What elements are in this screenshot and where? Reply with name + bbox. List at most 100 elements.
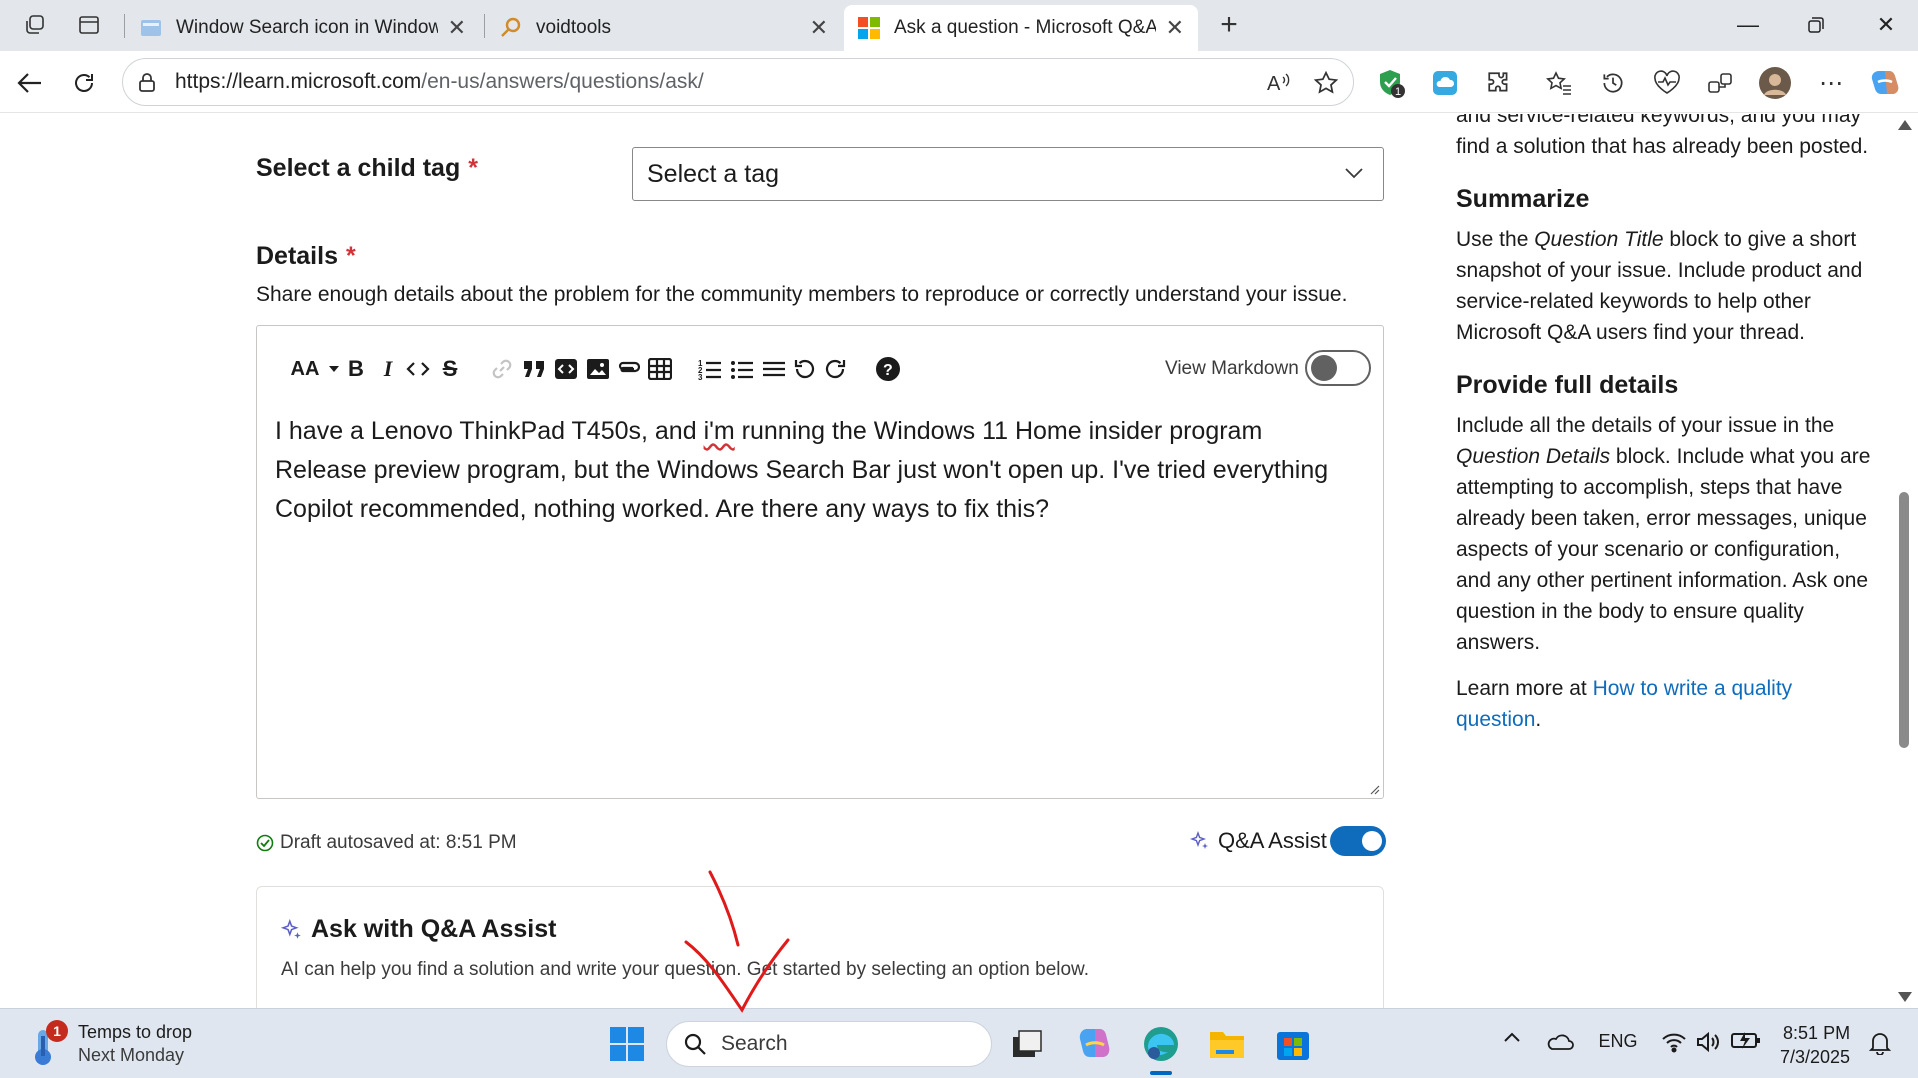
favorites-icon[interactable] [1542, 66, 1576, 100]
details-text-part: block. Include what you are attempting t… [1456, 445, 1871, 654]
numbered-list-icon[interactable]: 123 [695, 354, 725, 384]
scroll-down-arrow-icon[interactable] [1898, 992, 1912, 1002]
thermometer-icon: 1 [26, 1020, 68, 1066]
copilot-app-icon[interactable] [1074, 1023, 1116, 1065]
details-editor[interactable]: AA B I S 1 2 3 ? View Markdown I have a … [256, 325, 1384, 799]
tab-ask-question[interactable]: Ask a question - Microsoft Q&A ✕ [844, 5, 1198, 51]
shield-extension-icon[interactable]: 1 [1374, 66, 1408, 100]
undo-icon[interactable] [789, 354, 819, 384]
code-icon[interactable] [403, 354, 433, 384]
address-bar[interactable]: https://learn.microsoft.com/en-us/answer… [122, 58, 1354, 106]
new-tab-icon[interactable]: + [1214, 8, 1244, 41]
wifi-icon[interactable] [1660, 1031, 1688, 1053]
browser-essentials-icon[interactable] [1650, 66, 1684, 100]
question-title-em: Question Title [1534, 228, 1664, 251]
child-tag-label: Select a child tag * [256, 154, 478, 183]
tab-close-icon[interactable]: ✕ [1166, 15, 1184, 41]
extensions-puzzle-icon[interactable] [1482, 66, 1516, 100]
full-details-heading: Provide full details [1456, 371, 1679, 399]
history-icon[interactable] [1596, 66, 1630, 100]
details-text-part: Include all the details of your issue in… [1456, 414, 1835, 437]
battery-charging-icon[interactable] [1730, 1031, 1762, 1049]
resize-handle-icon[interactable] [1368, 783, 1380, 795]
scroll-up-arrow-icon[interactable] [1898, 120, 1912, 130]
minimize-icon[interactable]: — [1728, 8, 1768, 42]
file-explorer-icon[interactable] [1206, 1023, 1248, 1065]
italic-icon[interactable]: I [373, 354, 403, 384]
blockquote-icon[interactable] [519, 354, 549, 384]
onedrive-cloud-icon[interactable] [1544, 1031, 1576, 1051]
voidtools-favicon-icon [500, 17, 522, 39]
lock-icon[interactable] [135, 70, 159, 94]
qa-assist-toggle[interactable] [1330, 826, 1386, 856]
workspaces-icon[interactable] [20, 10, 50, 40]
back-arrow-icon[interactable] [12, 65, 48, 101]
page-scrollbar[interactable] [1892, 114, 1918, 1008]
learn-more-prefix: Learn more at [1456, 677, 1593, 700]
font-size-button[interactable]: AA [285, 354, 325, 384]
extension-badge: 1 [1395, 86, 1401, 98]
window-close-icon[interactable]: ✕ [1866, 8, 1906, 42]
task-view-icon[interactable] [1006, 1023, 1048, 1065]
link-icon[interactable] [487, 354, 517, 384]
collections-icon[interactable] [1704, 66, 1738, 100]
tab-title: Ask a question - Microsoft Q&A [894, 17, 1156, 38]
tab-title: voidtools [536, 17, 611, 38]
edge-browser-icon[interactable] [1140, 1023, 1182, 1065]
cloud-extension-icon[interactable] [1428, 66, 1462, 100]
weather-badge: 1 [46, 1020, 68, 1042]
refresh-icon[interactable] [66, 65, 102, 101]
tab-bar: Window Search icon in Windows 11 ✕ voidt… [0, 0, 1918, 51]
tab-window-search[interactable]: Window Search icon in Windows 11 ✕ [126, 5, 480, 51]
taskbar-clock[interactable]: 8:51 PM 7/3/2025 [1780, 1021, 1850, 1069]
start-windows-icon[interactable] [606, 1023, 648, 1065]
tips-sidebar: and service-related keywords, and you ma… [1456, 114, 1876, 735]
profile-avatar[interactable] [1758, 66, 1792, 100]
misspelled-word: i'm [703, 417, 735, 445]
url-text[interactable]: https://learn.microsoft.com/en-us/answer… [175, 70, 704, 94]
restore-icon[interactable] [1796, 8, 1836, 42]
required-marker: * [345, 242, 356, 270]
clock-date: 7/3/2025 [1780, 1047, 1851, 1067]
attachment-icon[interactable] [613, 354, 643, 384]
weather-title: Temps to drop [78, 1022, 193, 1042]
horizontal-rule-icon[interactable] [759, 354, 789, 384]
image-icon[interactable] [583, 354, 613, 384]
child-tag-select[interactable]: Select a tag [632, 147, 1384, 201]
editor-content[interactable]: I have a Lenovo ThinkPad T450s, and i'm … [275, 412, 1335, 529]
summarize-text: Use the Question Title block to give a s… [1456, 224, 1876, 348]
table-icon[interactable] [645, 354, 675, 384]
microsoft-store-icon[interactable] [1272, 1023, 1314, 1065]
copilot-icon[interactable] [1868, 66, 1902, 100]
vertical-tabs-icon[interactable] [74, 10, 104, 40]
weather-widget[interactable]: 1 Temps to drop Next Monday [26, 1020, 193, 1067]
tab-title: Window Search icon in Windows 11 [176, 17, 438, 38]
more-options-icon[interactable]: ⋯ [1814, 66, 1848, 100]
show-hidden-icons-chevron-icon[interactable] [1500, 1031, 1524, 1043]
help-icon[interactable]: ? [873, 354, 903, 384]
windows-taskbar: 1 Temps to drop Next Monday Search ENG 8… [0, 1008, 1918, 1078]
bold-icon[interactable]: B [341, 354, 371, 384]
view-markdown-toggle[interactable] [1305, 350, 1371, 386]
tab-close-icon[interactable]: ✕ [810, 15, 828, 41]
redo-icon[interactable] [821, 354, 851, 384]
notification-bell-icon[interactable] [1866, 1031, 1894, 1055]
toggle-knob [1362, 831, 1382, 851]
svg-text:3: 3 [698, 373, 703, 380]
microsoft-logo-icon [858, 17, 880, 39]
chevron-down-icon [1343, 162, 1365, 191]
scroll-thumb[interactable] [1899, 492, 1909, 748]
volume-icon[interactable] [1694, 1031, 1722, 1053]
favorite-star-icon[interactable] [1312, 69, 1340, 97]
strikethrough-icon[interactable]: S [435, 354, 465, 384]
tab-close-icon[interactable]: ✕ [448, 15, 466, 41]
language-indicator[interactable]: ENG [1596, 1031, 1640, 1052]
taskbar-search-box[interactable]: Search [666, 1021, 992, 1067]
full-details-text: Include all the details of your issue in… [1456, 410, 1876, 658]
code-block-icon[interactable] [551, 354, 581, 384]
read-aloud-icon[interactable]: A [1266, 69, 1294, 97]
tab-voidtools[interactable]: voidtools ✕ [486, 5, 842, 51]
details-label: Details * [256, 242, 356, 271]
view-markdown-label: View Markdown [1165, 358, 1299, 379]
bullet-list-icon[interactable] [727, 354, 757, 384]
